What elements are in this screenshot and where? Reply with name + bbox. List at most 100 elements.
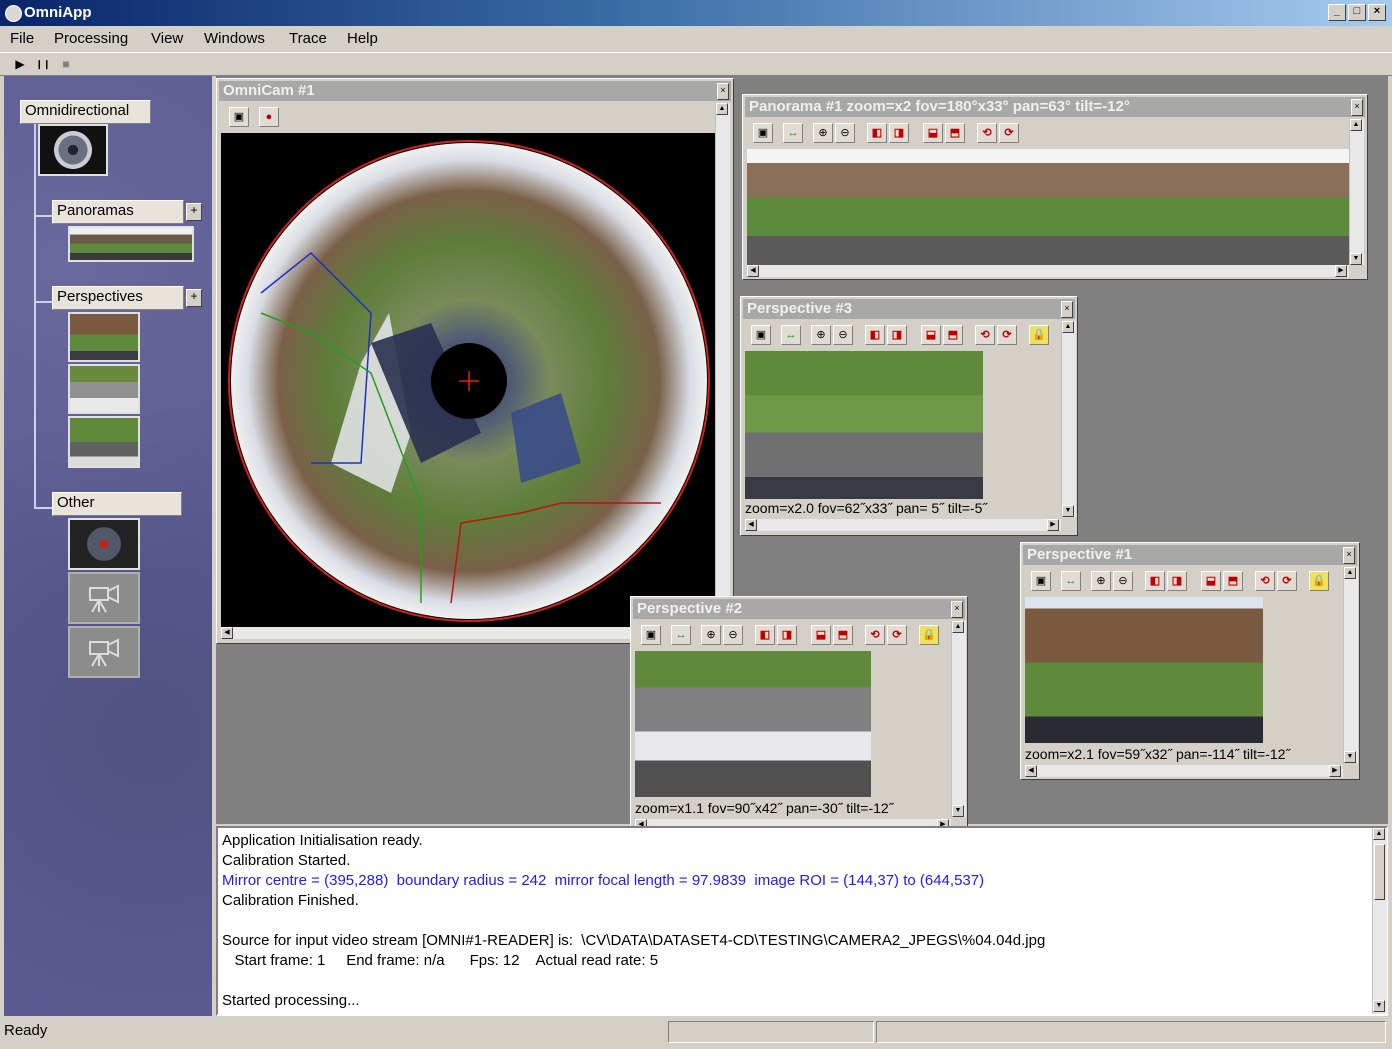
perspective-2-image[interactable] [635,651,871,797]
perspective-3-vscroll[interactable]: ▲ ▼ [1061,321,1076,517]
fit-icon[interactable]: ↔ [1061,571,1081,591]
window-close-button[interactable]: × [951,601,963,618]
perspective-2-window[interactable]: Perspective #2 × ▣ ↔ ⊕ ⊖ ◧ ◨ ⬓ ⬒ ⟲ ⟳ 🔒 z… [630,596,968,834]
menu-processing[interactable]: Processing [54,30,128,47]
stop-icon[interactable]: ■ [58,57,74,71]
save-icon[interactable]: ▣ [753,123,773,143]
scroll-thumb[interactable] [1374,844,1385,900]
zoom-in-icon[interactable]: ⊕ [811,325,831,345]
scroll-left-icon[interactable]: ◀ [221,627,233,639]
perspective-thumbnail[interactable] [68,312,140,362]
tilt-up-icon[interactable]: ⬒ [1223,571,1243,591]
scroll-right-icon[interactable]: ▶ [1047,519,1059,531]
panoramas-expand-button[interactable]: + [186,203,202,221]
zoom-in-icon[interactable]: ⊕ [701,625,721,645]
window-close-button[interactable]: × [1351,99,1363,116]
pan-right-icon[interactable]: ◨ [887,325,907,345]
zoom-out-icon[interactable]: ⊖ [835,123,855,143]
close-button[interactable]: × [1368,4,1386,21]
window-close-button[interactable]: × [1343,547,1355,564]
zoom-out-icon[interactable]: ⊖ [723,625,743,645]
pause-icon[interactable]: ❙❙ [35,57,51,71]
save-icon[interactable]: ▣ [229,107,249,127]
scroll-down-icon[interactable]: ▼ [952,805,964,817]
omnicam-vscroll[interactable]: ▲ [715,103,730,627]
zoom-in-icon[interactable]: ⊕ [813,123,833,143]
menu-trace[interactable]: Trace [289,30,327,47]
pan-left-icon[interactable]: ◧ [867,123,887,143]
omni-image-view[interactable] [221,133,715,627]
perspective-thumbnail[interactable] [68,416,140,468]
fit-icon[interactable]: ↔ [783,123,803,143]
scroll-down-icon[interactable]: ▼ [1062,505,1074,517]
perspective-1-window[interactable]: Perspective #1 × ▣ ↔ ⊕ ⊖ ◧ ◨ ⬓ ⬒ ⟲ ⟳ 🔒 z… [1020,542,1360,780]
rotate-left-icon[interactable]: ⟲ [865,625,885,645]
camera-slot[interactable] [68,626,140,678]
scroll-up-icon[interactable]: ▲ [952,621,964,633]
perspective-2-vscroll[interactable]: ▲ ▼ [951,621,966,817]
maximize-button[interactable]: □ [1348,4,1366,21]
menu-windows[interactable]: Windows [204,30,265,47]
scroll-left-icon[interactable]: ◀ [745,519,757,531]
scroll-down-icon[interactable]: ▼ [1350,253,1362,265]
rotate-left-icon[interactable]: ⟲ [977,123,997,143]
tilt-down-icon[interactable]: ⬓ [1201,571,1221,591]
pan-left-icon[interactable]: ◧ [755,625,775,645]
save-icon[interactable]: ▣ [1031,571,1051,591]
panorama-window[interactable]: Panorama #1 zoom=x2 fov=180°x33° pan=63°… [742,94,1368,280]
window-close-button[interactable]: × [1061,301,1073,318]
perspective-1-vscroll[interactable]: ▲ ▼ [1343,567,1358,763]
rotate-right-icon[interactable]: ⟳ [887,625,907,645]
other-thumbnail[interactable] [68,518,140,570]
rotate-left-icon[interactable]: ⟲ [975,325,995,345]
sidebar-perspectives-header[interactable]: Perspectives [52,286,184,310]
perspective-3-window[interactable]: Perspective #3 × ▣ ↔ ⊕ ⊖ ◧ ◨ ⬓ ⬒ ⟲ ⟳ 🔒 z… [740,296,1078,536]
menu-file[interactable]: File [10,30,34,47]
fit-icon[interactable]: ↔ [781,325,801,345]
rotate-right-icon[interactable]: ⟳ [997,325,1017,345]
rotate-right-icon[interactable]: ⟳ [999,123,1019,143]
scroll-left-icon[interactable]: ◀ [1025,765,1037,777]
zoom-in-icon[interactable]: ⊕ [1091,571,1111,591]
panorama-image[interactable] [747,149,1349,265]
scroll-up-icon[interactable]: ▲ [1373,828,1385,840]
omnicam-window[interactable]: OmniCam #1 × ▣ ● ▲ ◀ [216,78,734,644]
log-panel[interactable]: Application Initialisation ready. Calibr… [216,826,1388,1016]
window-close-button[interactable]: × [717,83,729,100]
perspectives-expand-button[interactable]: + [186,289,202,307]
tilt-down-icon[interactable]: ⬓ [811,625,831,645]
scroll-down-icon[interactable]: ▼ [1373,1000,1385,1012]
camera-slot[interactable] [68,572,140,624]
zoom-out-icon[interactable]: ⊖ [833,325,853,345]
perspective-3-image[interactable] [745,351,983,499]
pan-left-icon[interactable]: ◧ [1145,571,1165,591]
tilt-up-icon[interactable]: ⬒ [943,325,963,345]
scroll-down-icon[interactable]: ▼ [1344,751,1356,763]
pan-right-icon[interactable]: ◨ [889,123,909,143]
scroll-right-icon[interactable]: ▶ [1335,265,1347,277]
panorama-vscroll[interactable]: ▲ ▼ [1349,119,1364,265]
perspective-1-hscroll[interactable]: ◀ ▶ [1025,765,1343,777]
record-icon[interactable]: ● [259,107,279,127]
zoom-out-icon[interactable]: ⊖ [1113,571,1133,591]
tilt-down-icon[interactable]: ⬓ [923,123,943,143]
tilt-down-icon[interactable]: ⬓ [921,325,941,345]
play-icon[interactable]: ▶ [12,57,28,71]
pan-right-icon[interactable]: ◨ [1167,571,1187,591]
rotate-left-icon[interactable]: ⟲ [1255,571,1275,591]
tilt-up-icon[interactable]: ⬒ [945,123,965,143]
sidebar-other-header[interactable]: Other [52,492,182,516]
scroll-up-icon[interactable]: ▲ [1344,567,1356,579]
scroll-right-icon[interactable]: ▶ [1329,765,1341,777]
fit-icon[interactable]: ↔ [671,625,691,645]
pan-left-icon[interactable]: ◧ [865,325,885,345]
scroll-up-icon[interactable]: ▲ [716,103,728,115]
menu-help[interactable]: Help [347,30,378,47]
tilt-up-icon[interactable]: ⬒ [833,625,853,645]
perspective-3-hscroll[interactable]: ◀ ▶ [745,519,1061,531]
omni-thumbnail[interactable] [38,124,108,176]
rotate-right-icon[interactable]: ⟳ [1277,571,1297,591]
log-vscroll[interactable]: ▲ ▼ [1372,828,1387,1014]
sidebar-omnidirectional-header[interactable]: Omnidirectional [20,100,151,124]
perspective-thumbnail[interactable] [68,364,140,414]
